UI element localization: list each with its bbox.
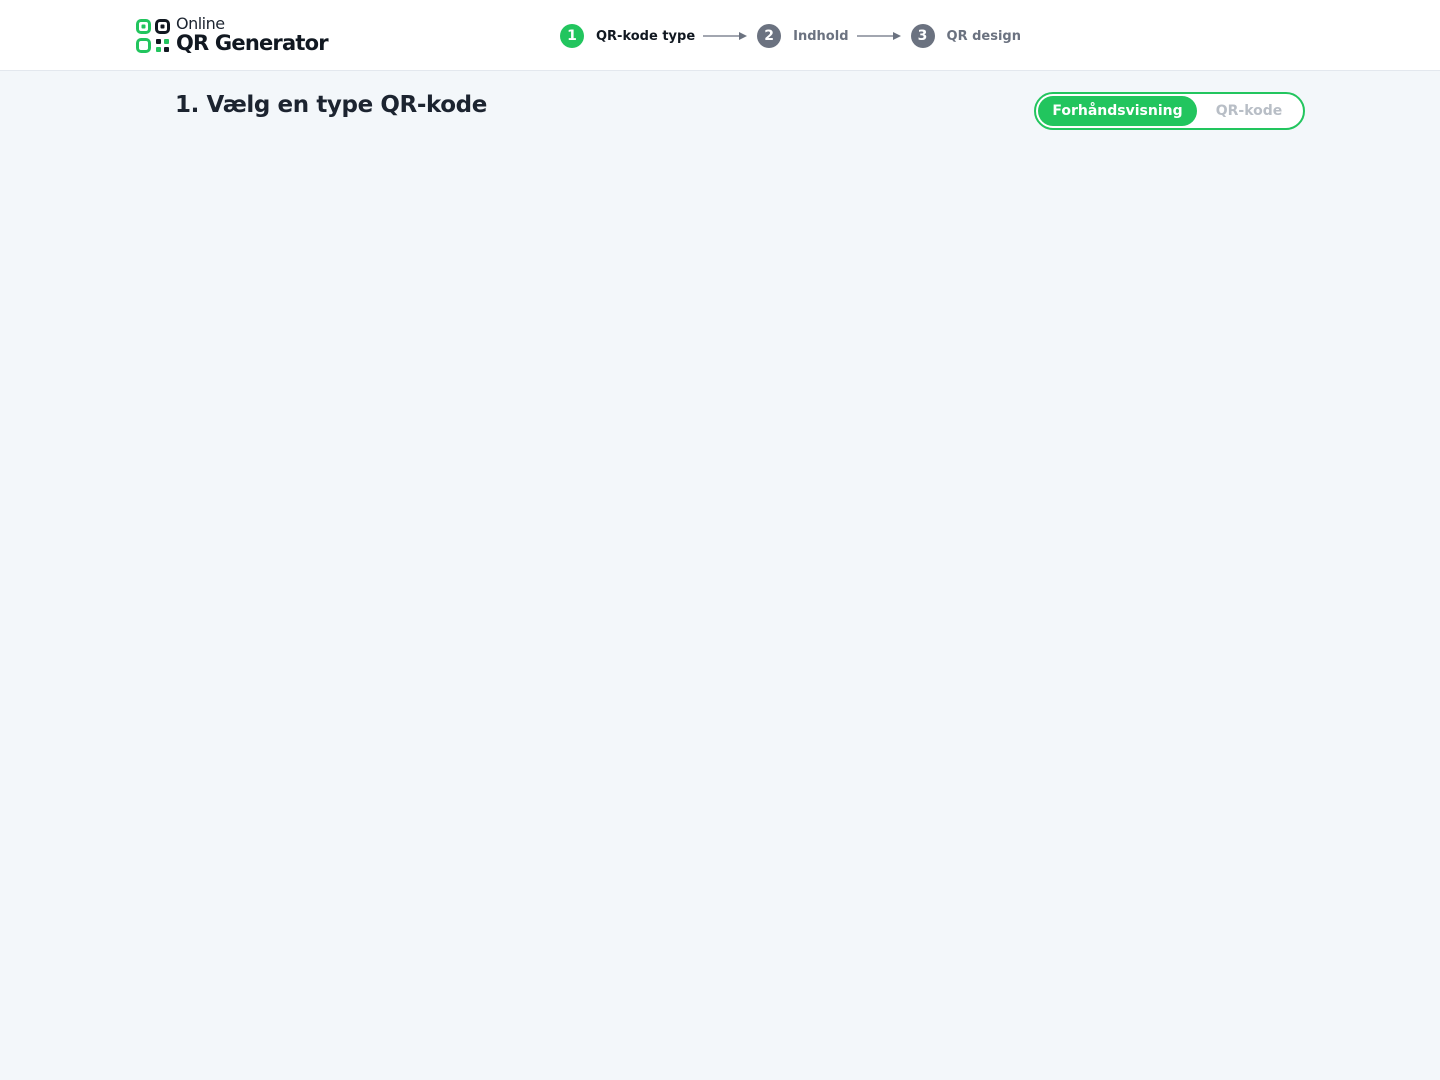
- step-number: 3: [910, 24, 935, 48]
- page-title: 1. Vælg en type QR-kode: [175, 92, 487, 118]
- view-toggle: Forhåndsvisning QR-kode: [1034, 92, 1305, 130]
- step-number: 2: [757, 24, 782, 48]
- arrow-right-icon: [856, 32, 901, 40]
- step-content[interactable]: 2 Indhold: [757, 24, 849, 48]
- step-qr-design[interactable]: 3 QR design: [910, 24, 1021, 48]
- brand-wordmark: Online QR Generator: [176, 14, 329, 55]
- step-label: QR-kode type: [596, 28, 696, 44]
- step-label: Indhold: [793, 28, 849, 44]
- step-number: 1: [560, 24, 584, 48]
- brand-line-online: Online: [176, 14, 225, 33]
- brand-line-generator: QR Generator: [176, 31, 329, 55]
- toggle-qr-code-option[interactable]: QR-kode: [1197, 96, 1301, 126]
- qr-logo-icon: [136, 19, 170, 53]
- top-header: Online QR Generator 1 QR-kode type 2 Ind…: [0, 0, 1440, 71]
- arrow-right-icon: [703, 32, 748, 40]
- brand-logo[interactable]: Online QR Generator: [136, 14, 329, 55]
- step-label: QR design: [946, 28, 1021, 44]
- wizard-steps: 1 QR-kode type 2 Indhold 3 QR design: [560, 24, 1021, 48]
- step-qr-type[interactable]: 1 QR-kode type: [560, 24, 695, 48]
- toggle-preview-option[interactable]: Forhåndsvisning: [1038, 96, 1197, 126]
